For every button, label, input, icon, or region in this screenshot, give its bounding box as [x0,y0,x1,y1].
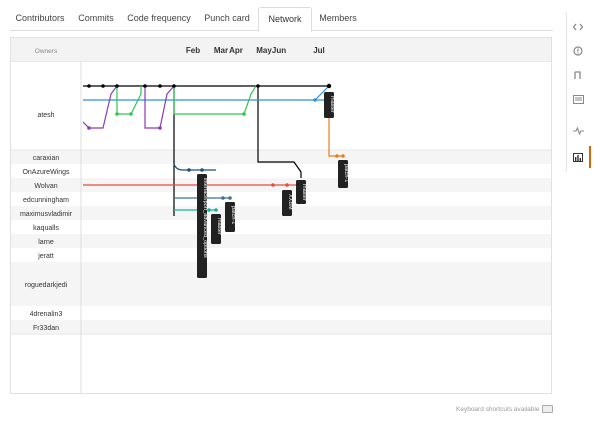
owner-row-bg [11,164,551,178]
keyboard-icon [542,405,554,413]
tab-commits[interactable]: Commits [72,7,120,29]
keyboard-shortcuts-hint[interactable]: Keyboard shortcuts available [456,405,554,413]
branch-flag-master[interactable]: master [296,180,307,204]
month-label-feb: Feb [186,46,200,55]
owner-name[interactable]: 4drenalin3 [30,311,63,318]
owner-name[interactable]: maximusvladimir [20,211,73,218]
owner-rows [11,62,551,393]
graph-tabs: Contributors Commits Code frequency Punc… [10,7,553,32]
branch-flag-text: master [301,184,307,201]
commit-dot[interactable] [341,154,345,158]
branch-flag-text: interface/port_advanced_options [202,178,208,258]
commit-dot[interactable] [143,84,147,88]
owner-name[interactable]: Wolvan [34,183,57,190]
commit-dot[interactable] [228,196,232,200]
owner-row-bg [11,192,551,206]
owner-row-bg [11,262,551,306]
commit-dot[interactable] [271,183,275,187]
commit-dot[interactable] [101,84,105,88]
shortcuts-text: Keyboard shortcuts available [456,405,540,413]
tab-contributors[interactable]: Contributors [10,7,70,29]
owner-row-bg [11,206,551,220]
commit-dot[interactable] [256,84,260,88]
month-label-may: May [256,46,272,55]
branch-flag-text: XXBM [287,194,293,210]
branch-flag-master[interactable]: master [324,92,335,118]
branch-flag-text: master [329,96,335,113]
month-label-jul: Jul [313,46,325,55]
tab-members[interactable]: Members [312,7,364,29]
commit-dot[interactable] [313,98,317,102]
commit-dot[interactable] [242,112,246,116]
wiki-icon[interactable] [567,88,589,110]
month-label-apr: Apr [229,46,243,55]
network-graph-canvas[interactable]: Owners Feb Mar Apr May Jun Jul 6 9 10 7 … [11,38,551,393]
commit-dot[interactable] [335,154,339,158]
owner-row-bg [11,306,551,320]
commit-dot[interactable] [87,84,91,88]
owner-name[interactable]: jeratt [37,253,54,260]
branch-flag-patch-1[interactable]: patch-1 [338,160,349,188]
branch-flag-interface-port-advanced-options[interactable]: interface/port_advanced_options [197,174,208,278]
owner-name[interactable]: atesh [37,112,54,119]
commit-dot[interactable] [221,196,225,200]
owner-name[interactable]: edcunningham [23,197,69,204]
tab-punch-card[interactable]: Punch card [198,7,256,29]
issues-icon[interactable] [567,40,589,62]
commit-dot[interactable] [158,126,162,130]
owner-row-bg [11,320,551,334]
owner-row-bg [11,220,551,234]
commit-dot[interactable] [87,126,91,130]
repo-sidebar [566,12,591,172]
tab-code-frequency[interactable]: Code frequency [122,7,196,29]
owner-name[interactable]: kaqualls [33,225,59,232]
pulse-icon[interactable] [567,120,589,142]
commit-dot[interactable] [285,183,289,187]
commit-dot[interactable] [115,112,119,116]
owner-row-bg [11,248,551,262]
owner-row-bg [11,62,551,150]
owner-name[interactable]: Fr33dan [33,325,59,332]
branch-flag-patch-1[interactable]: patch-1 [225,202,236,232]
commit-dot[interactable] [326,83,332,89]
branch-flag-text: patch-1 [343,164,349,182]
owner-name[interactable]: roguedarkjedi [25,282,68,289]
branch-flag-text: patch-1 [230,206,236,224]
tab-network[interactable]: Network [258,7,312,32]
pull-request-icon[interactable] [567,64,589,86]
owner-name[interactable]: larne [38,239,54,246]
graphs-icon[interactable] [567,146,591,168]
owners-header: Owners [35,48,58,55]
owner-name[interactable]: caraxian [33,155,60,162]
month-label-jun: Jun [272,46,286,55]
owner-name[interactable]: OnAzureWings [22,169,70,176]
commit-dot[interactable] [129,112,133,116]
commit-dot[interactable] [214,208,218,212]
branch-flag-text: master [216,218,222,235]
branch-flag-master[interactable]: master [211,214,222,244]
commit-dot[interactable] [158,84,162,88]
network-graph[interactable]: Owners Feb Mar Apr May Jun Jul 6 9 10 7 … [10,37,552,394]
commit-dot[interactable] [115,84,119,88]
code-icon[interactable] [567,16,589,38]
commit-dot[interactable] [172,84,176,88]
month-label-mar: Mar [214,46,228,55]
owner-row-bg [11,234,551,248]
branch-flag-xxbm[interactable]: XXBM [282,190,293,216]
commit-dot[interactable] [187,168,191,172]
commit-dot[interactable] [200,168,204,172]
